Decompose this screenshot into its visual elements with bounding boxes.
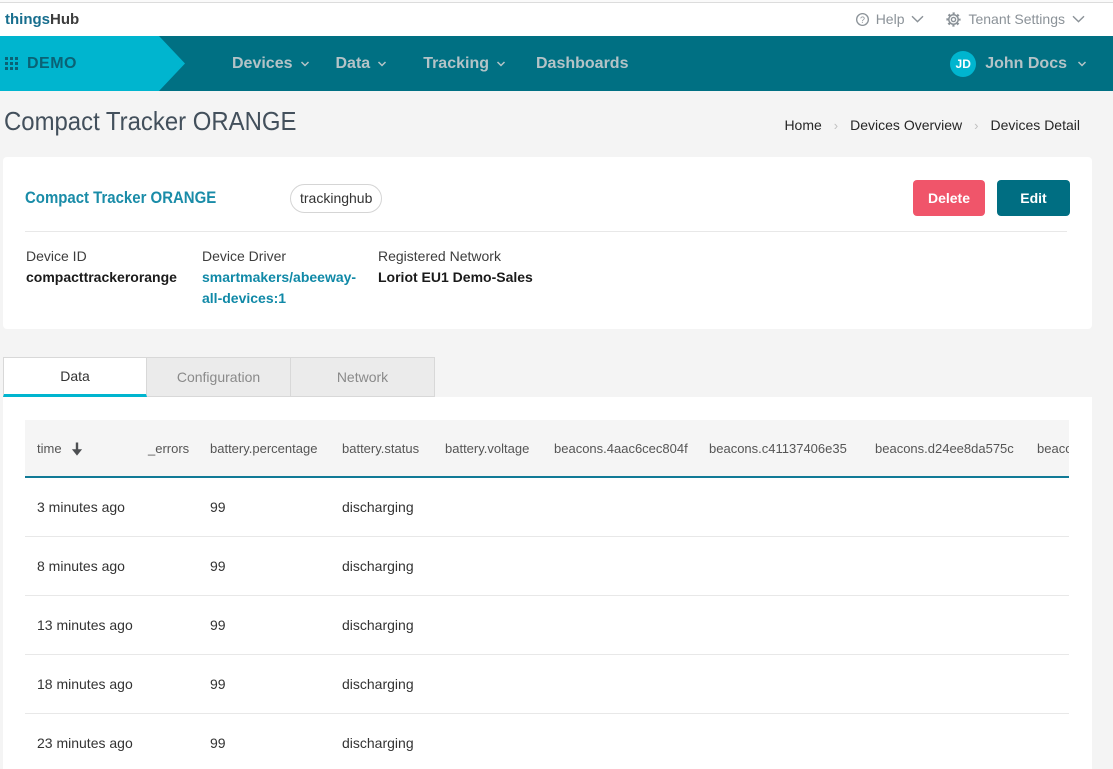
svg-text:?: ? (860, 14, 865, 24)
